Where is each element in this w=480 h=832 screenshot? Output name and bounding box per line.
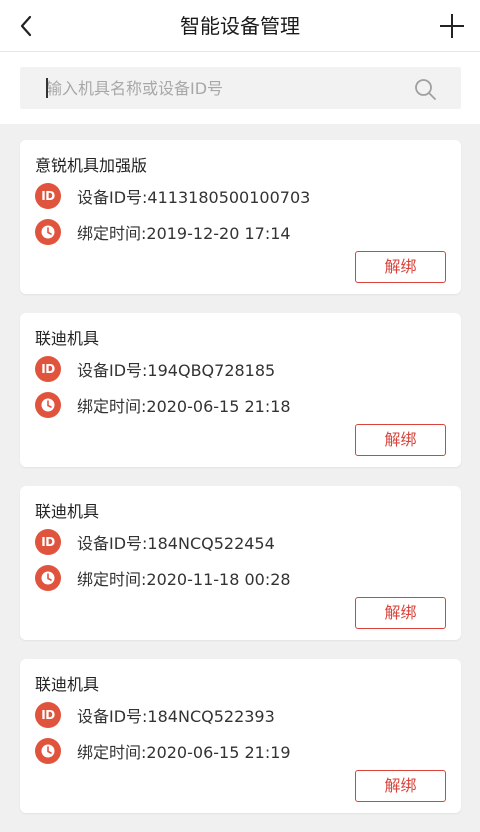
unbind-button[interactable]: 解绑 xyxy=(355,424,446,456)
device-name: 意锐机具加强版 xyxy=(35,156,148,175)
device-name: 联迪机具 xyxy=(35,675,100,694)
id-icon: ID xyxy=(35,183,61,209)
search-icon[interactable] xyxy=(413,77,437,101)
device-id-row: ID 设备ID号:184NCQ522393 xyxy=(35,702,275,728)
device-card: 联迪机具 ID 设备ID号:184NCQ522454 绑定时间:2020-11-… xyxy=(20,486,461,640)
bind-time: 绑定时间:2020-06-15 21:18 xyxy=(77,397,291,416)
search-input[interactable] xyxy=(46,67,406,109)
device-id: 设备ID号:4113180500100703 xyxy=(77,188,311,207)
device-name: 联迪机具 xyxy=(35,329,100,348)
id-icon: ID xyxy=(35,529,61,555)
clock-icon xyxy=(35,219,61,245)
device-card: 意锐机具加强版 ID 设备ID号:4113180500100703 绑定时间:2… xyxy=(20,140,461,294)
clock-icon xyxy=(35,565,61,591)
device-id-row: ID 设备ID号:194QBQ728185 xyxy=(35,356,275,382)
device-id-row: ID 设备ID号:4113180500100703 xyxy=(35,183,310,209)
page-title: 智能设备管理 xyxy=(180,14,300,38)
bind-time-row: 绑定时间:2020-06-15 21:18 xyxy=(35,392,291,418)
device-id: 设备ID号:184NCQ522393 xyxy=(77,707,275,726)
unbind-button[interactable]: 解绑 xyxy=(355,251,446,283)
clock-icon xyxy=(35,392,61,418)
bind-time-row: 绑定时间:2020-11-18 00:28 xyxy=(35,565,291,591)
app-header: 智能设备管理 xyxy=(0,0,480,52)
clock-icon xyxy=(35,738,61,764)
id-icon: ID xyxy=(35,702,61,728)
id-icon: ID xyxy=(35,356,61,382)
device-list: 意锐机具加强版 ID 设备ID号:4113180500100703 绑定时间:2… xyxy=(20,140,461,832)
plus-icon xyxy=(440,14,464,38)
device-card: 联迪机具 ID 设备ID号:194QBQ728185 绑定时间:2020-06-… xyxy=(20,313,461,467)
bind-time-row: 绑定时间:2020-06-15 21:19 xyxy=(35,738,291,764)
bind-time-row: 绑定时间:2019-12-20 17:14 xyxy=(35,219,291,245)
bind-time: 绑定时间:2020-06-15 21:19 xyxy=(77,743,291,762)
device-id: 设备ID号:194QBQ728185 xyxy=(77,361,276,380)
device-id-row: ID 设备ID号:184NCQ522454 xyxy=(35,529,275,555)
text-caret xyxy=(46,78,48,98)
add-device-button[interactable] xyxy=(438,12,466,40)
bind-time: 绑定时间:2019-12-20 17:14 xyxy=(77,224,291,243)
unbind-button[interactable]: 解绑 xyxy=(355,597,446,629)
unbind-button[interactable]: 解绑 xyxy=(355,770,446,802)
search-bar xyxy=(0,52,480,124)
bind-time: 绑定时间:2020-11-18 00:28 xyxy=(77,570,291,589)
device-card: 联迪机具 ID 设备ID号:184NCQ522393 绑定时间:2020-06-… xyxy=(20,659,461,813)
device-name: 联迪机具 xyxy=(35,502,100,521)
device-id: 设备ID号:184NCQ522454 xyxy=(77,534,275,553)
search-box[interactable] xyxy=(20,67,461,109)
